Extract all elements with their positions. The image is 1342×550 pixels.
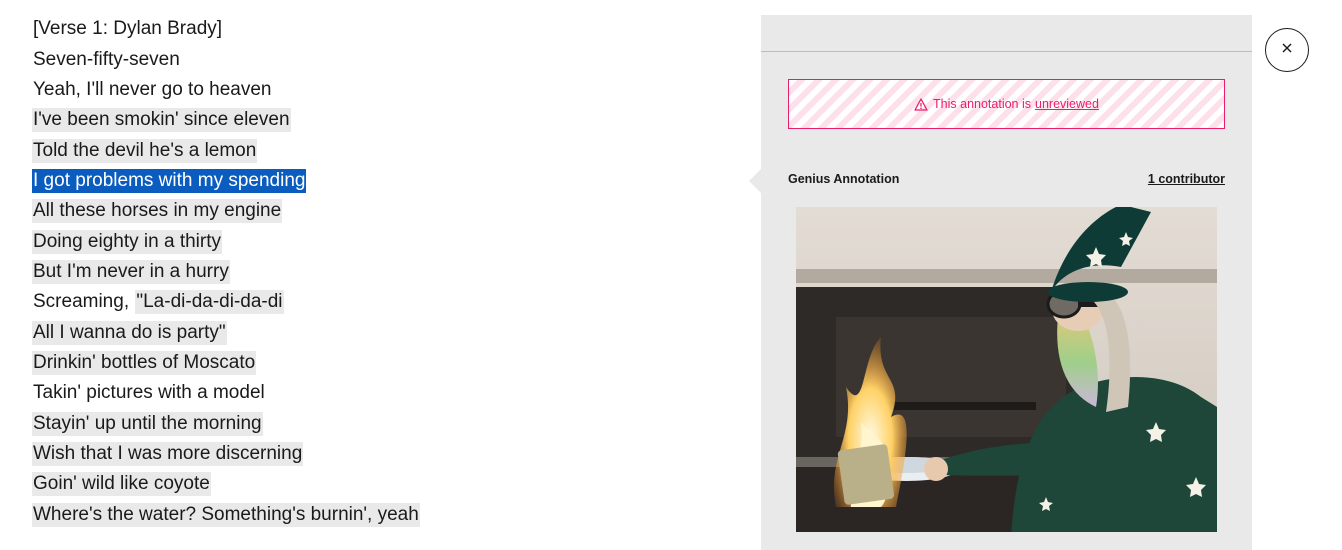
lyric-text: Screaming, [33,291,135,313]
lyric-text: Takin' pictures with a model [33,382,265,404]
lyric-text: Drinkin' bottles of Moscato [32,350,257,375]
lyric-text: Where's the water? Something's burnin', … [32,502,420,527]
lyric-line[interactable]: Goin' wild like coyote [32,469,732,499]
lyric-line[interactable]: All I wanna do is party" [32,317,732,347]
annotation-panel: This annotation is unreviewed Genius Ann… [749,15,1252,550]
lyric-text: Stayin' up until the morning [32,411,263,436]
warning-triangle-icon [914,97,928,111]
contributors-link[interactable]: 1 contributor [1148,172,1225,186]
lyric-text: I've been smokin' since eleven [32,108,291,133]
lyrics-container: [Verse 1: Dylan Brady] Seven-fifty-seven Y… [32,14,732,530]
lyric-line: Yeah, I'll never go to heaven [32,75,732,105]
lyric-line[interactable]: I got problems with my spending [32,166,732,196]
lyric-line[interactable]: Stayin' up until the morning [32,408,732,438]
wizard-burning-money-image [796,207,1217,532]
lyric-line[interactable]: Where's the water? Something's burnin', … [32,500,732,530]
panel-top-bar [761,15,1252,52]
lyric-text: But I'm never in a hurry [32,259,230,284]
lyric-line[interactable]: Drinkin' bottles of Moscato [32,348,732,378]
lyric-line[interactable]: Screaming, "La-di-da-di-da-di [32,287,732,317]
annotation-pointer [749,169,761,193]
lyric-text: I got problems with my spending [32,168,307,193]
lyric-text: Wish that I was more discerning [32,441,304,466]
annotation-header: Genius Annotation 1 contributor [788,172,1225,186]
lyric-text: Seven-fifty-seven [33,48,180,70]
lyric-text: Goin' wild like coyote [32,472,211,497]
lyric-text: Told the devil he's a lemon [32,138,258,163]
lyric-text: Yeah, I'll never go to heaven [33,78,272,100]
lyric-line[interactable]: I've been smokin' since eleven [32,105,732,135]
close-icon [1281,41,1293,59]
lyric-text: Doing eighty in a thirty [32,229,222,254]
lyric-line: [Verse 1: Dylan Brady] [32,14,732,44]
lyric-text: All I wanna do is party" [32,320,227,345]
lyric-line[interactable]: All these horses in my engine [32,196,732,226]
lyric-line: Takin' pictures with a model [32,378,732,408]
unreviewed-link[interactable]: unreviewed [1035,97,1099,111]
lyric-line: Seven-fifty-seven [32,44,732,74]
lyric-line[interactable]: Told the devil he's a lemon [32,135,732,165]
lyric-line[interactable]: Doing eighty in a thirty [32,226,732,256]
unreviewed-warning: This annotation is unreviewed [788,79,1225,129]
close-button[interactable] [1265,28,1309,72]
lyric-line[interactable]: Wish that I was more discerning [32,439,732,469]
lyric-text: All these horses in my engine [32,199,283,224]
lyric-text-annotated[interactable]: "La-di-da-di-da-di [135,290,284,315]
lyric-text: [Verse 1: Dylan Brady] [33,18,223,40]
annotation-source-label: Genius Annotation [788,172,900,186]
warning-text: This annotation is [933,97,1032,111]
lyric-line[interactable]: But I'm never in a hurry [32,257,732,287]
